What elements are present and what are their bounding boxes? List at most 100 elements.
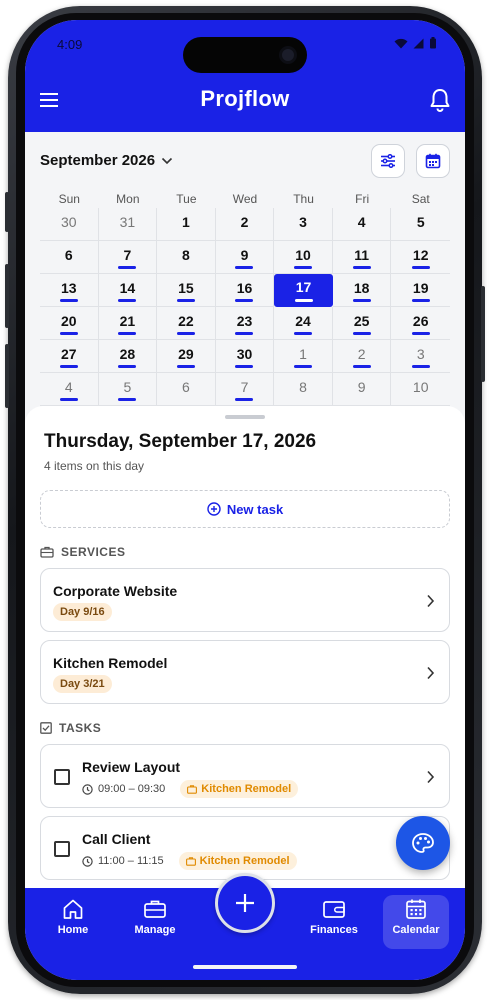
task-card[interactable]: Review Layout 09:00 – 09:30 Kitchen Remo… — [40, 744, 450, 808]
day-cell[interactable]: 30 — [40, 208, 99, 241]
task-meta: 11:00 – 11:15 Kitchen Remodel — [82, 852, 297, 870]
day-cell[interactable]: 14 — [98, 274, 158, 307]
day-cell[interactable]: 13 — [40, 274, 99, 307]
nav-calendar[interactable]: Calendar — [383, 895, 449, 949]
day-cell[interactable]: 7 — [98, 241, 158, 274]
nav-finances[interactable]: Finances — [302, 898, 366, 950]
nav-home[interactable]: Home — [41, 898, 105, 950]
day-cell[interactable]: 5 — [391, 208, 450, 241]
day-cell[interactable]: 8 — [157, 241, 216, 274]
task-title: Call Client — [82, 831, 151, 847]
event-indicator — [411, 299, 430, 302]
day-cell[interactable]: 20 — [40, 307, 99, 340]
nav-home-label: Home — [57, 924, 89, 936]
day-cell[interactable]: 24 — [274, 307, 333, 340]
plus-circle-icon — [207, 502, 221, 516]
day-number: 3 — [299, 214, 307, 230]
day-number: 6 — [182, 379, 190, 395]
new-task-button[interactable]: New task — [40, 490, 450, 528]
event-indicator — [352, 365, 371, 368]
task-checkbox[interactable] — [54, 769, 70, 785]
day-cell[interactable]: 6 — [40, 241, 99, 274]
create-button[interactable] — [215, 873, 275, 933]
nav-finances-label: Finances — [310, 924, 358, 936]
day-cell[interactable]: 28 — [98, 340, 158, 373]
event-indicator — [235, 365, 254, 368]
day-cell[interactable]: 15 — [157, 274, 216, 307]
task-project-badge: Kitchen Remodel — [180, 780, 299, 798]
event-indicator — [352, 299, 371, 302]
day-cell[interactable]: 10 — [391, 373, 450, 406]
theme-fab[interactable] — [396, 816, 450, 870]
nav-manage[interactable]: Manage — [123, 898, 187, 950]
task-checkbox[interactable] — [54, 841, 70, 857]
day-item-count: 4 items on this day — [44, 459, 145, 473]
day-cell[interactable]: 3 — [274, 208, 333, 241]
event-indicator — [352, 266, 371, 269]
home-icon — [63, 899, 83, 919]
service-card[interactable]: Corporate Website Day 9/16 — [40, 568, 450, 632]
screen: 4:09 Projflow September 2026 Sun Mon Tue We… — [25, 20, 465, 980]
day-number: 19 — [412, 280, 429, 296]
day-cell[interactable]: 4 — [332, 208, 392, 241]
day-cell[interactable]: 26 — [391, 307, 450, 340]
day-cell[interactable]: 12 — [391, 241, 450, 274]
chevron-down-icon — [162, 157, 173, 164]
day-cell[interactable]: 6 — [157, 373, 216, 406]
day-cell[interactable]: 3 — [391, 340, 450, 373]
day-number: 5 — [123, 379, 132, 395]
day-number: 3 — [416, 346, 425, 362]
bell-icon[interactable] — [429, 88, 451, 112]
day-cell[interactable]: 23 — [215, 307, 275, 340]
tasks-section-header: TASKS — [40, 721, 101, 735]
day-cell[interactable]: 2 — [332, 340, 392, 373]
event-indicator — [411, 332, 430, 335]
day-cell[interactable]: 22 — [157, 307, 216, 340]
day-cell[interactable]: 16 — [215, 274, 275, 307]
drag-handle[interactable] — [225, 415, 265, 419]
day-cell[interactable]: 25 — [332, 307, 392, 340]
task-card[interactable]: Call Client 11:00 – 11:15 Kitchen Remode… — [40, 816, 450, 880]
day-cell[interactable]: 29 — [157, 340, 216, 373]
month-selector[interactable]: September 2026 — [40, 152, 173, 169]
day-cell-selected[interactable]: 17 — [274, 274, 333, 307]
service-day-badge: Day 3/21 — [53, 675, 112, 693]
day-cell[interactable]: 9 — [332, 373, 392, 406]
event-indicator — [235, 398, 254, 401]
task-title: Review Layout — [82, 759, 181, 775]
day-cell[interactable]: 1 — [157, 208, 216, 241]
day-cell[interactable]: 21 — [98, 307, 158, 340]
event-indicator — [59, 332, 78, 335]
day-cell[interactable]: 9 — [215, 241, 275, 274]
task-time: 11:00 – 11:15 — [98, 855, 164, 867]
day-cell[interactable]: 4 — [40, 373, 99, 406]
day-cell[interactable]: 27 — [40, 340, 99, 373]
calendar-view-button[interactable] — [416, 144, 450, 178]
day-cell[interactable]: 18 — [332, 274, 392, 307]
wallet-icon — [323, 901, 345, 918]
day-cell[interactable]: 11 — [332, 241, 392, 274]
day-cell[interactable]: 8 — [274, 373, 333, 406]
briefcase-icon — [187, 784, 198, 794]
month-label: September 2026 — [40, 152, 156, 169]
chevron-right-icon — [427, 770, 435, 784]
services-heading: SERVICES — [61, 545, 126, 559]
event-indicator — [235, 266, 254, 269]
day-cell[interactable]: 2 — [215, 208, 275, 241]
service-card[interactable]: Kitchen Remodel Day 3/21 — [40, 640, 450, 704]
day-number: 15 — [178, 280, 194, 296]
day-cell[interactable]: 5 — [98, 373, 158, 406]
weekday-label: Wed — [232, 192, 258, 206]
day-cell[interactable]: 7 — [215, 373, 275, 406]
weekday-label: Sun — [58, 192, 80, 206]
day-cell[interactable]: 19 — [391, 274, 450, 307]
checkbox-icon — [40, 722, 52, 734]
day-cell[interactable]: 31 — [98, 208, 158, 241]
task-project-label: Kitchen Remodel — [201, 783, 292, 795]
day-number: 22 — [178, 313, 194, 329]
day-cell[interactable]: 30 — [215, 340, 275, 373]
day-cell[interactable]: 1 — [274, 340, 333, 373]
event-indicator — [59, 398, 78, 401]
day-cell[interactable]: 10 — [274, 241, 333, 274]
filter-button[interactable] — [371, 144, 405, 178]
